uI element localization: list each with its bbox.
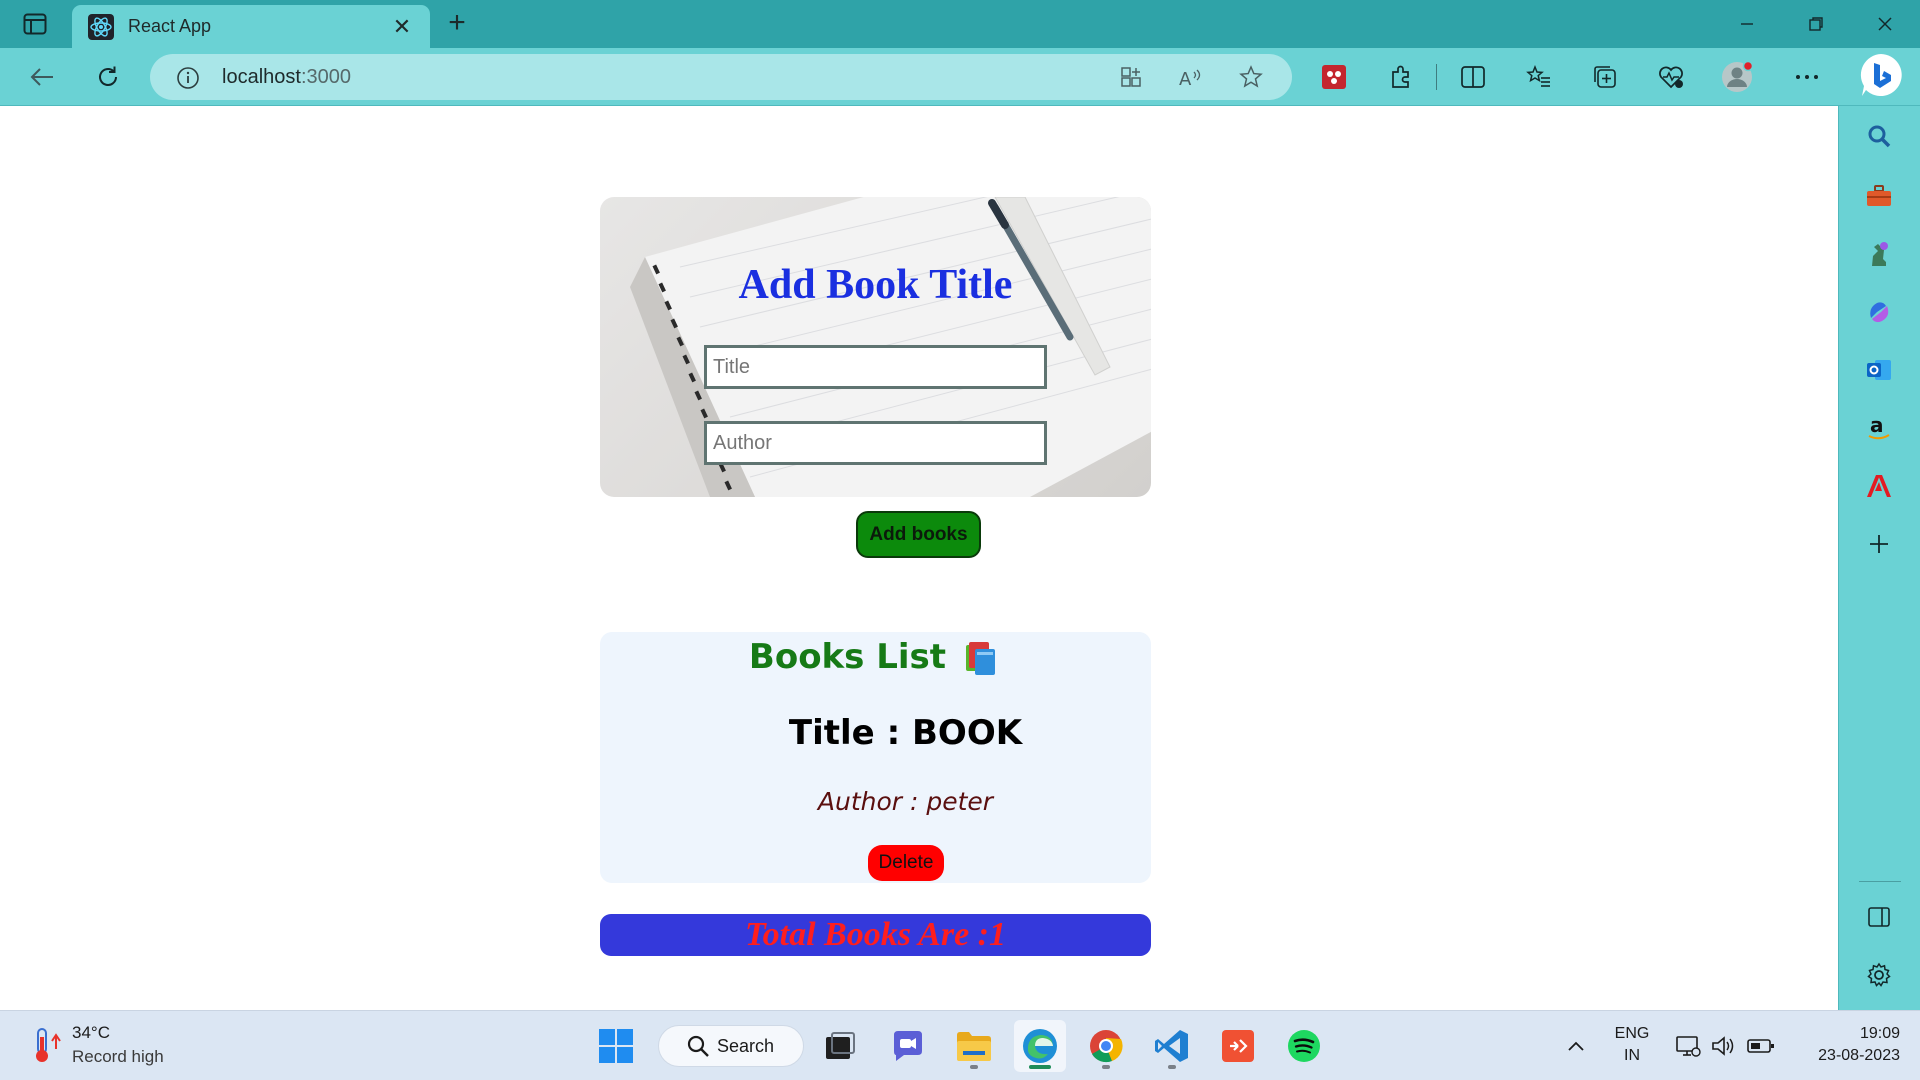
copilot-icon[interactable]: [1859, 292, 1899, 332]
chrome-icon[interactable]: [1080, 1020, 1132, 1072]
outlook-icon[interactable]: [1859, 350, 1899, 390]
taskbar-search-label: Search: [717, 1035, 775, 1056]
svg-text:A: A: [1179, 69, 1192, 88]
close-window-icon[interactable]: [1862, 8, 1908, 40]
taskbar-search-box[interactable]: Search: [658, 1025, 804, 1067]
browser-titlebar: React App ✕ +: [0, 0, 1920, 48]
site-info-icon[interactable]: [176, 66, 200, 90]
books-list-header: Books List: [600, 637, 1151, 677]
url-text: localhost:3000: [222, 66, 351, 89]
toolbox-icon[interactable]: [1859, 176, 1899, 216]
app-indicator: [1029, 1065, 1051, 1069]
book-title: Title : BOOK: [788, 713, 1023, 753]
refresh-icon[interactable]: [88, 58, 128, 96]
search-icon[interactable]: [1859, 116, 1899, 156]
restore-icon[interactable]: [1793, 8, 1839, 40]
edge-icon[interactable]: [1014, 1020, 1066, 1072]
form-heading: Add Book Title: [738, 262, 1013, 308]
file-explorer-icon[interactable]: [948, 1020, 1000, 1072]
collections-icon[interactable]: [1585, 58, 1625, 96]
sidebar-divider: [1859, 881, 1901, 882]
edge-sidebar: a: [1838, 106, 1920, 1010]
tab-title: React App: [128, 16, 212, 36]
browser-toolbar: localhost:3000 A: [0, 48, 1920, 106]
windows-taskbar: 34°C Record high Search ENG IN 19:09 23-…: [0, 1010, 1920, 1080]
favorite-star-icon[interactable]: [1234, 62, 1268, 92]
language-code: ENG: [1614, 1025, 1650, 1042]
teams-chat-icon[interactable]: [882, 1020, 934, 1072]
browser-essentials-icon[interactable]: [1651, 58, 1691, 96]
clock-time: 19:09: [1859, 1025, 1900, 1042]
app-available-icon[interactable]: [1114, 62, 1148, 92]
region-code: IN: [1624, 1047, 1640, 1064]
read-aloud-icon[interactable]: A: [1174, 62, 1208, 92]
show-hidden-icons-chevron-icon[interactable]: [1560, 1011, 1592, 1080]
svg-text:a: a: [1870, 414, 1884, 437]
browser-tab[interactable]: React App ✕: [72, 5, 430, 48]
battery-icon[interactable]: [1744, 1011, 1778, 1080]
git-icon[interactable]: [1212, 1020, 1264, 1072]
web-page: Add Book Title Add books Books List Titl…: [0, 106, 1838, 1010]
chess-icon[interactable]: [1859, 234, 1899, 274]
input-language-indicator[interactable]: ENG IN: [1608, 1023, 1656, 1067]
close-tab-icon[interactable]: ✕: [390, 14, 414, 40]
spotify-icon[interactable]: [1278, 1020, 1330, 1072]
amazon-icon[interactable]: a: [1859, 408, 1899, 448]
delete-book-button[interactable]: Delete: [868, 845, 944, 881]
add-icon[interactable]: [1859, 524, 1899, 564]
extensions-puzzle-icon[interactable]: [1381, 58, 1421, 96]
total-books-banner: Total Books Are :1: [600, 914, 1151, 956]
books-list-heading: Books List: [748, 637, 947, 677]
react-icon: [88, 13, 114, 40]
volume-icon[interactable]: [1708, 1011, 1740, 1080]
address-bar[interactable]: localhost:3000 A: [150, 54, 1292, 100]
windows-start-icon[interactable]: [590, 1020, 642, 1072]
add-books-button[interactable]: Add books: [856, 511, 981, 558]
adobe-icon[interactable]: [1859, 466, 1899, 506]
back-icon[interactable]: [22, 58, 62, 96]
favorites-icon[interactable]: [1519, 58, 1559, 96]
books-list-card: Books List Title : BOOK Author : peter D…: [600, 632, 1151, 883]
app-indicator: [970, 1065, 978, 1069]
profile-avatar-icon[interactable]: [1717, 58, 1757, 96]
weather-temperature: 34°C: [72, 1023, 110, 1042]
sidebar-settings-icon[interactable]: [1859, 955, 1899, 995]
title-input[interactable]: [704, 345, 1047, 389]
more-options-icon[interactable]: [1787, 58, 1827, 96]
search-magnifier-icon: [687, 1035, 709, 1057]
weather-widget[interactable]: 34°C Record high: [28, 1023, 164, 1067]
thermometer-icon: [36, 1028, 61, 1062]
copilot-bing-icon[interactable]: [1858, 52, 1904, 98]
weather-description: Record high: [72, 1047, 164, 1066]
toolbar-divider: [1436, 64, 1437, 90]
extension-red-icon[interactable]: [1314, 58, 1354, 96]
books-icon: [966, 642, 996, 675]
system-clock[interactable]: 19:09 23-08-2023: [1790, 1023, 1900, 1067]
task-view-icon[interactable]: [814, 1020, 866, 1072]
clock-date: 23-08-2023: [1818, 1047, 1900, 1064]
add-book-form-card: Add Book Title: [600, 197, 1151, 497]
author-input[interactable]: [704, 421, 1047, 465]
new-tab-icon[interactable]: +: [440, 8, 474, 40]
tab-actions-icon[interactable]: [18, 12, 52, 36]
app-indicator: [1102, 1065, 1110, 1069]
network-icon[interactable]: [1672, 1011, 1704, 1080]
hide-sidebar-icon[interactable]: [1859, 897, 1899, 937]
split-screen-icon[interactable]: [1453, 58, 1493, 96]
vscode-icon[interactable]: [1146, 1020, 1198, 1072]
app-indicator: [1168, 1065, 1176, 1069]
url-port: :3000: [300, 66, 351, 88]
minimize-icon[interactable]: [1724, 8, 1770, 40]
url-host: localhost: [222, 66, 301, 88]
book-author: Author : peter: [817, 787, 994, 816]
